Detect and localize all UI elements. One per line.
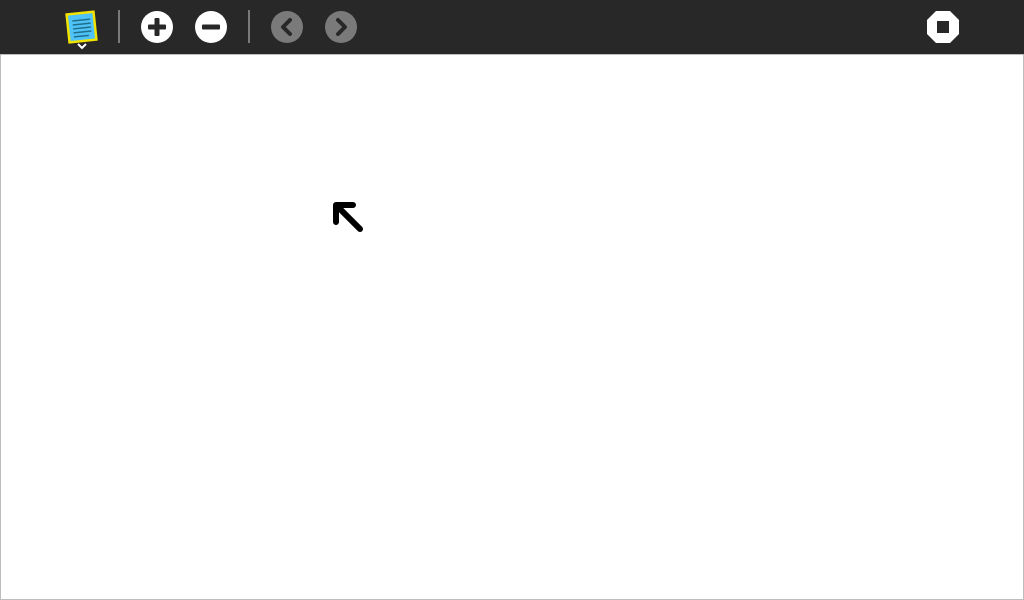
toolbar-separator — [118, 10, 120, 43]
previous-button[interactable] — [270, 10, 304, 44]
minus-circle-icon — [195, 11, 227, 43]
drawing-canvas[interactable] — [0, 54, 1024, 600]
plus-circle-icon — [141, 11, 173, 43]
arrow-up-left-icon — [331, 200, 365, 234]
chevron-right-icon — [325, 11, 357, 43]
stop-button[interactable] — [926, 10, 960, 44]
stop-icon — [927, 11, 959, 43]
zoom-out-button[interactable] — [194, 10, 228, 44]
chevron-left-icon — [271, 11, 303, 43]
zoom-in-button[interactable] — [140, 10, 174, 44]
toolbar — [0, 0, 1024, 54]
chevron-down-icon[interactable] — [76, 43, 88, 51]
next-button[interactable] — [324, 10, 358, 44]
toolbar-separator — [248, 10, 250, 43]
